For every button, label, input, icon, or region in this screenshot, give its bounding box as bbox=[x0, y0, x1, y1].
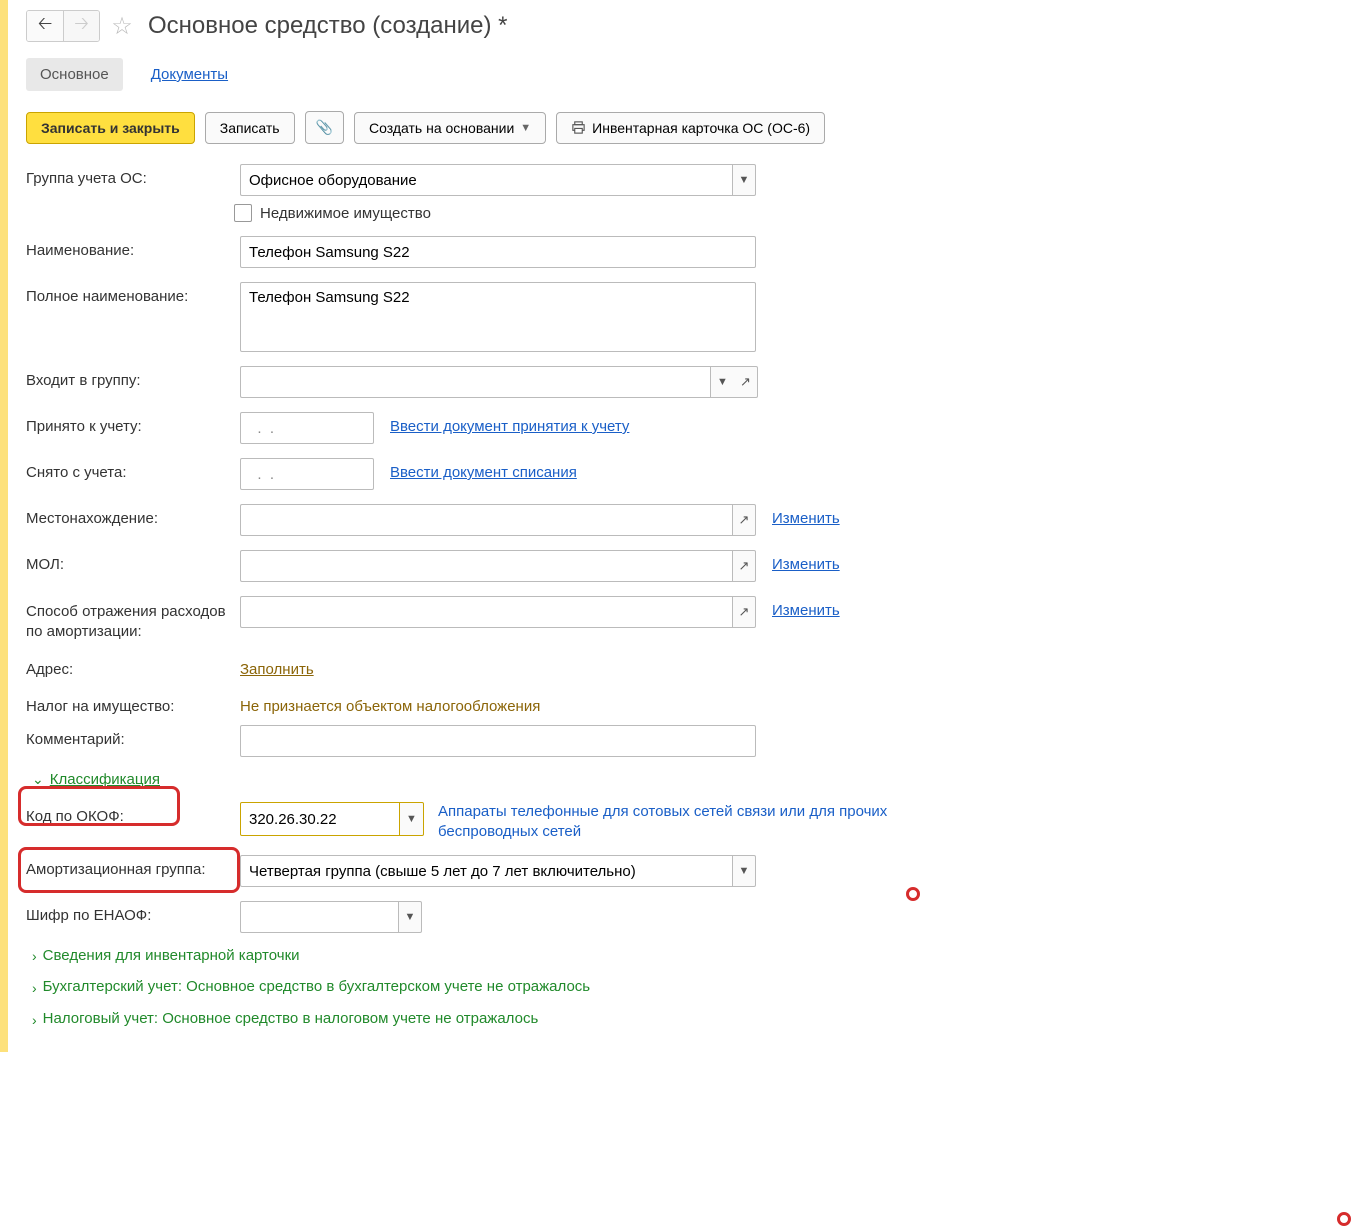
expense-change-link[interactable]: Изменить bbox=[772, 596, 840, 619]
amort-label: Амортизационная группа: bbox=[26, 855, 234, 878]
accepted-doc-link[interactable]: Ввести документ принятия к учету bbox=[390, 412, 629, 435]
mol-change-link[interactable]: Изменить bbox=[772, 550, 840, 573]
star-icon[interactable]: ☆ bbox=[108, 12, 136, 40]
fullname-input[interactable] bbox=[240, 282, 756, 352]
annotation-dot-icon bbox=[906, 887, 920, 901]
ingroup-open-button[interactable]: ↗ bbox=[734, 366, 758, 398]
nav-back-button[interactable]: 🡠 bbox=[27, 11, 63, 41]
group-dropdown-button[interactable]: ▼ bbox=[732, 164, 756, 196]
paperclip-icon: 📎 bbox=[316, 119, 333, 136]
enaof-input[interactable] bbox=[240, 901, 398, 933]
okof-description: Аппараты телефонные для сотовых сетей св… bbox=[438, 802, 938, 841]
chevron-down-icon: ▼ bbox=[520, 122, 531, 134]
okof-label: Код по ОКОФ: bbox=[26, 802, 234, 825]
tax-value: Не признается объектом налогообложения bbox=[240, 692, 540, 715]
inventory-card-label: Инвентарная карточка ОС (ОС-6) bbox=[592, 120, 810, 136]
mol-open-button[interactable]: ↗ bbox=[732, 550, 756, 582]
location-open-button[interactable]: ↗ bbox=[732, 504, 756, 536]
save-button[interactable]: Записать bbox=[205, 112, 295, 144]
expense-input[interactable] bbox=[240, 596, 732, 628]
name-input[interactable] bbox=[240, 236, 756, 268]
ingroup-label: Входит в группу: bbox=[26, 366, 234, 389]
okof-dropdown-button[interactable]: ▼ bbox=[399, 803, 423, 835]
comment-label: Комментарий: bbox=[26, 725, 234, 748]
immovable-label: Недвижимое имущество bbox=[260, 205, 431, 222]
classification-header-label: Классификация bbox=[50, 771, 160, 788]
fill-address-link[interactable]: Заполнить bbox=[240, 655, 314, 678]
address-label: Адрес: bbox=[26, 655, 234, 678]
chevron-down-icon: ⌄ bbox=[32, 771, 44, 788]
tab-main[interactable]: Основное bbox=[26, 58, 123, 91]
okof-input[interactable] bbox=[241, 803, 399, 835]
attach-button[interactable]: 📎 bbox=[305, 111, 344, 144]
expense-open-button[interactable]: ↗ bbox=[732, 596, 756, 628]
removed-doc-link[interactable]: Ввести документ списания bbox=[390, 458, 577, 481]
tax-label: Налог на имущество: bbox=[26, 692, 234, 715]
amort-input[interactable] bbox=[240, 855, 732, 887]
enaof-dropdown-button[interactable]: ▼ bbox=[398, 901, 422, 933]
accepted-label: Принято к учету: bbox=[26, 412, 234, 435]
removed-date-input[interactable] bbox=[240, 458, 374, 490]
group-label: Группа учета ОС: bbox=[26, 164, 234, 187]
nu-section-header[interactable]: › Налоговый учет: Основное средство в на… bbox=[32, 1010, 572, 1028]
expense-label: Способ отражения расходов по амортизации… bbox=[26, 596, 234, 641]
enaof-label: Шифр по ЕНАОФ: bbox=[26, 901, 234, 924]
bu-header-label: Бухгалтерский учет: Основное средство в … bbox=[43, 978, 590, 995]
save-close-button[interactable]: Записать и закрыть bbox=[26, 112, 195, 144]
chevron-right-icon: › bbox=[32, 948, 37, 964]
inventory-section-header[interactable]: › Сведения для инвентарной карточки bbox=[32, 947, 1339, 964]
group-input[interactable] bbox=[240, 164, 732, 196]
nu-header-label: Налоговый учет: Основное средство в нало… bbox=[43, 1010, 539, 1027]
bu-section-header[interactable]: › Бухгалтерский учет: Основное средство … bbox=[32, 978, 592, 996]
mol-label: МОЛ: bbox=[26, 550, 234, 573]
amort-dropdown-button[interactable]: ▼ bbox=[732, 855, 756, 887]
location-label: Местонахождение: bbox=[26, 504, 234, 527]
classification-section-header[interactable]: ⌄ Классификация bbox=[32, 771, 1339, 788]
create-based-button[interactable]: Создать на основании ▼ bbox=[354, 112, 546, 144]
ingroup-input[interactable] bbox=[240, 366, 710, 398]
create-based-label: Создать на основании bbox=[369, 120, 514, 136]
chevron-right-icon: › bbox=[32, 1010, 37, 1028]
printer-icon bbox=[571, 120, 586, 135]
accepted-date-input[interactable] bbox=[240, 412, 374, 444]
chevron-right-icon: › bbox=[32, 978, 37, 996]
removed-label: Снято с учета: bbox=[26, 458, 234, 481]
inventory-card-button[interactable]: Инвентарная карточка ОС (ОС-6) bbox=[556, 112, 825, 144]
ingroup-dropdown-button[interactable]: ▼ bbox=[710, 366, 734, 398]
page-title: Основное средство (создание) * bbox=[148, 12, 507, 40]
immovable-checkbox[interactable] bbox=[234, 204, 252, 222]
annotation-dot-icon bbox=[1337, 1212, 1351, 1226]
inventory-header-label: Сведения для инвентарной карточки bbox=[43, 947, 300, 964]
location-input[interactable] bbox=[240, 504, 732, 536]
name-label: Наименование: bbox=[26, 236, 234, 259]
comment-input[interactable] bbox=[240, 725, 756, 757]
tab-documents[interactable]: Документы bbox=[137, 58, 242, 91]
location-change-link[interactable]: Изменить bbox=[772, 504, 840, 527]
nav-forward-button[interactable]: 🡢 bbox=[63, 11, 99, 41]
mol-input[interactable] bbox=[240, 550, 732, 582]
fullname-label: Полное наименование: bbox=[26, 282, 234, 305]
